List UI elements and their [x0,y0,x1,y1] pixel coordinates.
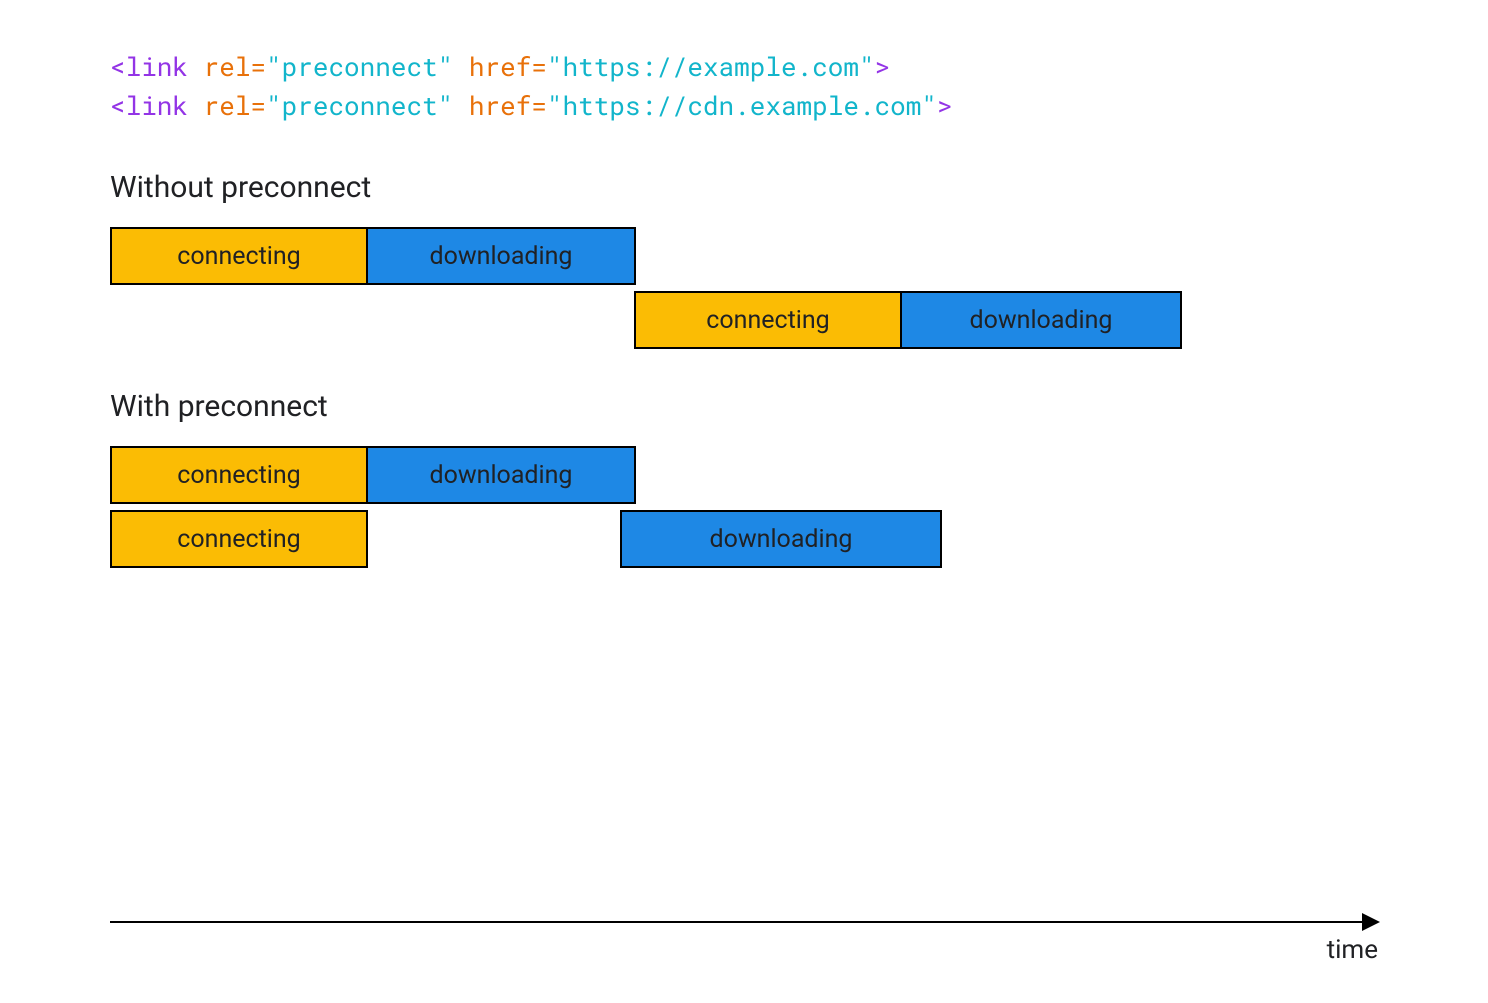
code-attr-href: href= [469,89,547,123]
timeline-without: connecting downloading connecting downlo… [110,227,1182,349]
timeline-row: connecting downloading [110,446,1182,504]
code-line-2: <link rel="preconnect" href="https://cdn… [110,87,1378,126]
bar-connecting: connecting [634,291,902,349]
code-tag-open: <link [110,50,204,84]
code-attr-rel: rel= [204,50,266,84]
code-val-href: "https://example.com" [547,50,875,84]
axis-label: time [1327,935,1378,965]
bar-connecting: connecting [110,227,368,285]
code-tag-open: <link [110,89,204,123]
section-without-preconnect: Without preconnect connecting downloadin… [110,170,1378,349]
code-snippet: <link rel="preconnect" href="https://exa… [110,48,1378,126]
bar-downloading: downloading [900,291,1182,349]
code-val-rel: "preconnect" [266,50,469,84]
code-line-1: <link rel="preconnect" href="https://exa… [110,48,1378,87]
bar-downloading: downloading [366,227,636,285]
code-attr-href: href= [469,50,547,84]
axis-line [110,921,1378,923]
code-tag-close: > [875,50,891,84]
timeline-row: connecting downloading [110,291,1182,349]
bar-downloading: downloading [366,446,636,504]
code-val-href: "https://cdn.example.com" [547,89,937,123]
code-val-rel: "preconnect" [266,89,469,123]
bar-downloading: downloading [620,510,942,568]
section-title: With preconnect [110,389,1378,424]
arrow-right-icon [1362,913,1380,931]
code-attr-rel: rel= [204,89,266,123]
section-with-preconnect: With preconnect connecting downloading c… [110,389,1378,568]
timeline-with: connecting downloading connecting downlo… [110,446,1182,568]
timeline-row: connecting downloading [110,510,1182,568]
time-axis: time [110,921,1378,923]
timeline-row: connecting downloading [110,227,1182,285]
section-title: Without preconnect [110,170,1378,205]
bar-connecting: connecting [110,446,368,504]
code-tag-close: > [937,89,953,123]
bar-connecting: connecting [110,510,368,568]
